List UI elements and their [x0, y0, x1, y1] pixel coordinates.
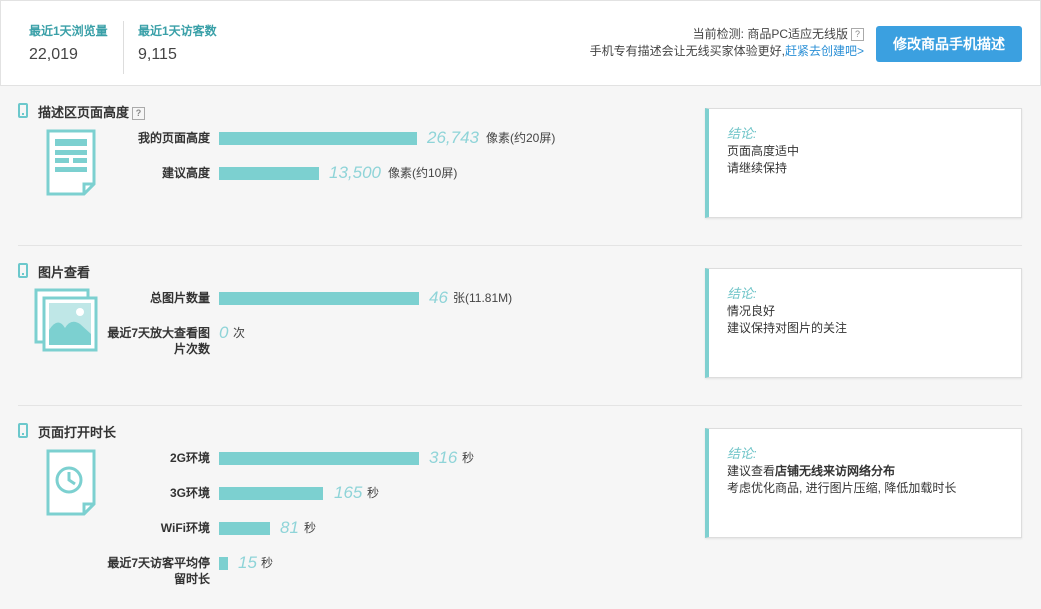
row-unit: 像素(约10屏) [388, 166, 458, 180]
row-unit: 次 [233, 326, 246, 340]
row-label: 最近7天放大查看图片次数 [107, 326, 210, 356]
row-value: 46 [429, 288, 448, 307]
row-value: 0 [219, 323, 229, 342]
create-link[interactable]: 赶紧去创建吧> [785, 44, 864, 58]
row-label: 我的页面高度 [137, 131, 210, 145]
section-title: 图片查看 [38, 265, 91, 280]
card-title: 结论: [727, 446, 757, 461]
bar [219, 557, 228, 570]
hint-text: 手机专有描述会让无线买家体验更好, [589, 44, 785, 58]
help-icon[interactable]: ? [851, 28, 864, 42]
section-load-time: 页面打开时长 2G环境 316 秒 3G环境 165 秒 WiFi环境 81 秒… [18, 422, 1022, 602]
row-value: 316 [429, 448, 458, 467]
section-title: 页面打开时长 [38, 425, 117, 440]
detection-info: 当前检测: 商品PC适应无线版? 手机专有描述会让无线买家体验更好,赶紧去创建吧… [590, 26, 864, 60]
row-unit: 张(11.81M) [453, 291, 513, 305]
card-line: 情况良好 [727, 304, 776, 318]
row-value: 15 [238, 553, 257, 572]
clock-icon [46, 449, 96, 516]
page-layout-icon [46, 129, 96, 196]
row-value: 81 [280, 518, 299, 537]
network-distribution-link[interactable]: 店铺无线来访网络分布 [775, 464, 895, 478]
conclusion-card: 结论: 建议查看店铺无线来访网络分布 考虑优化商品, 进行图片压缩, 降低加载时… [705, 428, 1022, 538]
image-icon [34, 288, 98, 352]
phone-icon [18, 103, 28, 118]
bar [219, 452, 419, 465]
summary-header: 最近1天浏览量 22,019 最近1天访客数 9,115 当前检测: 商品PC适… [0, 0, 1041, 86]
stat-divider [123, 21, 124, 74]
help-icon[interactable]: ? [132, 107, 146, 121]
card-line: 考虑优化商品, 进行图片压缩, 降低加载时长 [727, 481, 957, 495]
row-unit: 秒 [367, 486, 380, 500]
phone-icon [18, 423, 28, 438]
conclusion-card: 结论: 页面高度适中 请继续保持 [705, 108, 1022, 218]
bar [219, 167, 319, 180]
bar [219, 132, 417, 145]
section-images: 图片查看 总图片数量 46 张(11.81M) 最近7天放大查看图片次数 0 次… [18, 262, 1022, 422]
row-label: 2G环境 [169, 451, 210, 465]
row-label: 建议高度 [161, 166, 210, 180]
card-line: 建议查看店铺无线来访网络分布 [727, 464, 896, 478]
stat-pageviews-label: 最近1天浏览量 [29, 24, 108, 38]
card-line: 建议保持对图片的关注 [727, 321, 848, 335]
stat-pageviews: 最近1天浏览量 22,019 [29, 22, 108, 64]
stat-visitors: 最近1天访客数 9,115 [138, 22, 217, 64]
stat-visitors-value: 9,115 [138, 46, 177, 63]
row-label: 最近7天访客平均停留时长 [107, 556, 210, 586]
row-unit: 秒 [261, 556, 274, 570]
card-line: 请继续保持 [727, 161, 788, 175]
bar [219, 487, 323, 500]
stat-visitors-label: 最近1天访客数 [138, 24, 217, 38]
row-value: 165 [334, 483, 363, 502]
bar [219, 522, 270, 535]
row-value: 26,743 [427, 128, 479, 147]
bar [219, 292, 419, 305]
section-title: 描述区页面高度? [38, 102, 146, 121]
card-line: 页面高度适中 [727, 144, 800, 158]
stat-pageviews-value: 22,019 [29, 46, 78, 63]
row-unit: 秒 [462, 451, 475, 465]
section-divider [18, 405, 1022, 406]
phone-icon [18, 263, 28, 278]
section-page-height: 描述区页面高度? 我的页面高度 26,743 像素(约20屏) 建议高度 13,… [18, 102, 1022, 262]
row-unit: 像素(约20屏) [486, 131, 556, 145]
row-label: 总图片数量 [149, 291, 210, 305]
edit-mobile-description-button[interactable]: 修改商品手机描述 [876, 26, 1022, 62]
card-title: 结论: [727, 126, 757, 141]
row-label: WiFi环境 [160, 521, 210, 535]
conclusion-card: 结论: 情况良好 建议保持对图片的关注 [705, 268, 1022, 378]
row-label: 3G环境 [169, 486, 210, 500]
row-unit: 秒 [304, 521, 317, 535]
row-value: 13,500 [329, 163, 381, 182]
section-divider [18, 245, 1022, 246]
detection-text: 当前检测: 商品PC适应无线版 [692, 27, 848, 41]
card-title: 结论: [727, 286, 757, 301]
